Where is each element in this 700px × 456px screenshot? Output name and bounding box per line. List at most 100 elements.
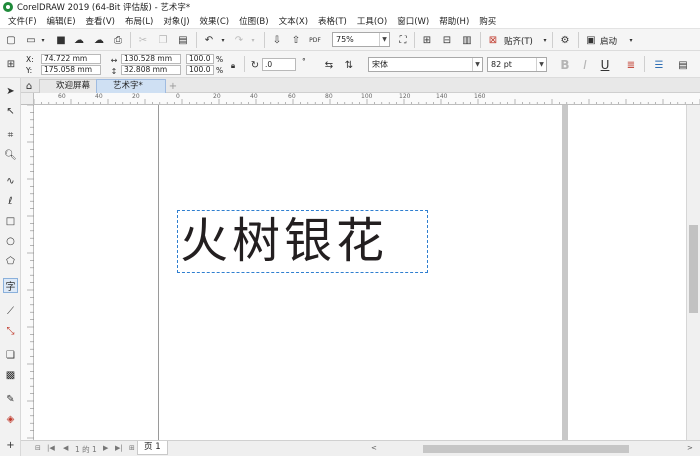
mirror-vertical-icon[interactable]: ⇅ xyxy=(342,58,356,72)
print-icon[interactable]: ⎙ xyxy=(111,33,125,47)
export-icon[interactable]: ⇧ xyxy=(289,33,303,47)
drawing-canvas[interactable]: 火树银花 xyxy=(34,105,686,440)
add-tool-icon[interactable]: + xyxy=(3,438,18,453)
snap-to-icon[interactable]: ⊠ xyxy=(486,33,500,47)
add-page-icon[interactable]: ⊞ xyxy=(129,444,135,452)
redo-icon[interactable]: ↷ xyxy=(232,33,246,47)
first-page-arrow-icon[interactable]: |◀ xyxy=(47,444,55,452)
height-field[interactable]: 32.808 mm xyxy=(121,65,181,75)
next-page-icon[interactable]: ▶ xyxy=(103,444,108,452)
new-document-icon[interactable]: ▢ xyxy=(4,33,18,47)
y-position-field[interactable]: 175.058 mm xyxy=(41,65,101,75)
tab-artistic-text[interactable]: 艺术字* xyxy=(96,79,166,93)
pick-tool-icon[interactable]: ➤ xyxy=(3,84,18,99)
cut-icon[interactable]: ✂ xyxy=(136,33,150,47)
menu-object[interactable]: 对象(J) xyxy=(158,15,194,27)
menu-window[interactable]: 窗口(W) xyxy=(392,15,434,27)
separator xyxy=(196,32,197,48)
menu-table[interactable]: 表格(T) xyxy=(313,15,352,27)
ruler-origin[interactable] xyxy=(21,93,34,105)
copy-icon[interactable]: ❐ xyxy=(156,33,170,47)
full-screen-icon[interactable]: ⛶ xyxy=(396,33,410,47)
shape-tool-icon[interactable]: ↖ xyxy=(3,104,18,119)
last-page-icon[interactable]: ▶| xyxy=(115,444,123,452)
underline-button[interactable]: U xyxy=(598,58,612,72)
bold-button[interactable]: B xyxy=(558,58,572,72)
menu-bitmaps[interactable]: 位图(B) xyxy=(234,15,273,27)
rotation-angle-field[interactable]: .0 xyxy=(262,58,296,71)
menu-edit[interactable]: 编辑(E) xyxy=(42,15,81,27)
rectangle-tool-icon[interactable]: □ xyxy=(3,214,18,229)
export-pdf-icon[interactable]: PDF xyxy=(308,33,322,47)
home-icon[interactable]: ⌂ xyxy=(22,79,36,93)
import-icon[interactable]: ⇩ xyxy=(270,33,284,47)
previous-page-icon[interactable]: ◀ xyxy=(63,444,68,452)
open-dropdown-icon[interactable]: ▾ xyxy=(36,33,50,47)
text-tool-icon[interactable]: 字 xyxy=(3,278,18,293)
scale-y-field[interactable]: 100.0 xyxy=(186,65,214,75)
cloud-download-icon[interactable]: ☁ xyxy=(92,33,106,47)
scroll-left-icon[interactable]: < xyxy=(371,444,377,452)
menu-help[interactable]: 帮助(H) xyxy=(434,15,474,27)
launch-label[interactable]: 启动 xyxy=(600,35,617,47)
freehand-tool-icon[interactable]: ∿ xyxy=(3,174,18,189)
show-grid-icon[interactable]: ⊟ xyxy=(440,33,454,47)
crop-tool-icon[interactable]: ⌗ xyxy=(3,128,18,143)
font-size-select[interactable]: 82 pt ▼ xyxy=(487,57,547,72)
artistic-text-object[interactable]: 火树银花 xyxy=(177,210,428,273)
text-align-icon[interactable]: ≣ xyxy=(624,58,638,72)
menu-view[interactable]: 查看(V) xyxy=(81,15,120,27)
launch-dropdown-icon[interactable]: ▾ xyxy=(624,33,638,47)
save-icon[interactable]: ■ xyxy=(54,33,68,47)
options-gear-icon[interactable]: ⚙ xyxy=(558,33,572,47)
redo-dropdown-icon[interactable]: ▾ xyxy=(246,33,260,47)
snap-to-label[interactable]: 贴齐(T) xyxy=(504,35,533,47)
polygon-tool-icon[interactable]: ⬠ xyxy=(3,254,18,269)
connector-tool-icon[interactable]: ⤡ xyxy=(3,324,18,339)
show-guidelines-icon[interactable]: ▥ xyxy=(460,33,474,47)
scroll-right-icon[interactable]: > xyxy=(687,444,693,452)
bulleted-list-icon[interactable]: ☰ xyxy=(652,58,666,72)
horizontal-ruler[interactable]: 60 40 20 0 20 40 60 80 100 120 140 160 xyxy=(34,93,700,105)
ellipse-tool-icon[interactable]: ○ xyxy=(3,234,18,249)
zoom-tool-icon[interactable]: 🔍︎ xyxy=(3,148,18,163)
vertical-scrollbar-thumb[interactable] xyxy=(689,225,698,313)
scale-x-field[interactable]: 100.0 xyxy=(186,54,214,64)
mirror-horizontal-icon[interactable]: ⇆ xyxy=(322,58,336,72)
first-page-icon[interactable]: ⊟ xyxy=(35,444,41,452)
application-launcher-icon[interactable]: ▣ xyxy=(584,33,598,47)
parallel-dimension-tool-icon[interactable]: ⟋ xyxy=(3,304,18,319)
transparency-tool-icon[interactable]: ▩ xyxy=(3,368,18,383)
horizontal-scrollbar-thumb[interactable] xyxy=(423,445,629,453)
paste-icon[interactable]: ▤ xyxy=(176,33,190,47)
menu-layout[interactable]: 布局(L) xyxy=(120,15,158,27)
drop-shadow-tool-icon[interactable]: ❏ xyxy=(3,348,18,363)
menu-effects[interactable]: 效果(C) xyxy=(195,15,235,27)
reference-point-icon[interactable]: ⊞ xyxy=(4,57,18,71)
lock-ratio-icon[interactable]: 🔒︎ xyxy=(226,59,240,73)
separator xyxy=(264,32,265,48)
vertical-ruler[interactable] xyxy=(21,104,34,440)
eyedropper-tool-icon[interactable]: ✎ xyxy=(3,392,18,407)
menu-file[interactable]: 文件(F) xyxy=(3,15,42,27)
artistic-text[interactable]: 火树银花 xyxy=(178,211,427,272)
artistic-media-tool-icon[interactable]: ℓ xyxy=(3,194,18,209)
vertical-scrollbar[interactable] xyxy=(686,105,700,440)
zoom-level-select[interactable]: 75% ▼ xyxy=(332,32,390,47)
drop-cap-icon[interactable]: ▤ xyxy=(676,58,690,72)
italic-button[interactable]: I xyxy=(578,58,592,72)
cloud-upload-icon[interactable]: ☁ xyxy=(72,33,86,47)
menu-tools[interactable]: 工具(O) xyxy=(352,15,392,27)
snap-dropdown-icon[interactable]: ▾ xyxy=(538,33,552,47)
add-tab-button[interactable]: + xyxy=(166,79,180,93)
show-rulers-icon[interactable]: ⊞ xyxy=(420,33,434,47)
width-field[interactable]: 130.528 mm xyxy=(121,54,181,64)
undo-icon[interactable]: ↶ xyxy=(202,33,216,47)
interactive-fill-tool-icon[interactable]: ◈ xyxy=(3,412,18,427)
font-list-select[interactable]: 宋体 ▼ xyxy=(368,57,483,72)
undo-dropdown-icon[interactable]: ▾ xyxy=(216,33,230,47)
page-tab-1[interactable]: 页 1 xyxy=(137,441,168,455)
menu-text[interactable]: 文本(X) xyxy=(274,15,313,27)
x-position-field[interactable]: 74.722 mm xyxy=(41,54,101,64)
menu-buy[interactable]: 购买 xyxy=(474,15,501,27)
